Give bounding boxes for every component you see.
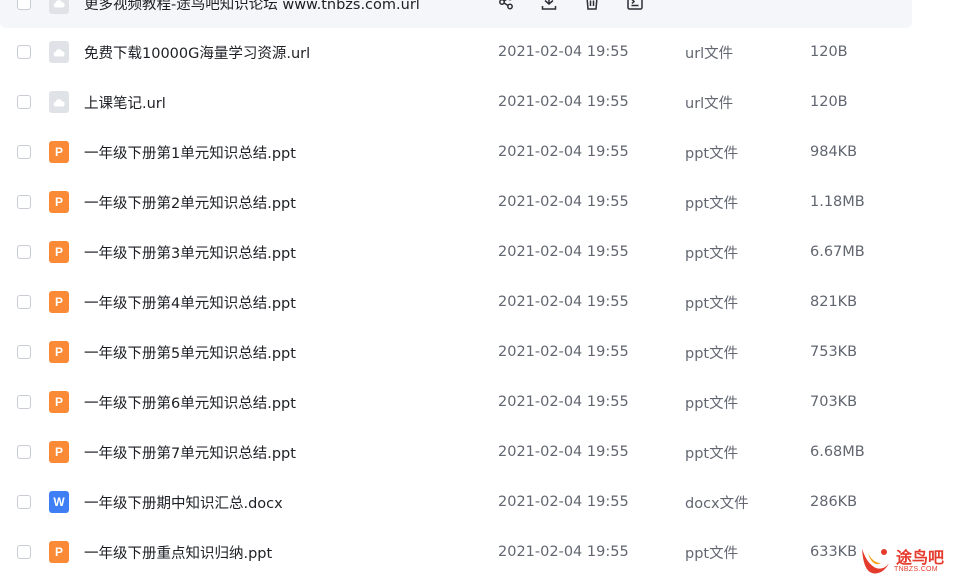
file-type: ppt文件 — [685, 295, 739, 312]
file-date: 2021-02-04 19:55 — [498, 294, 629, 310]
file-date: 2021-02-04 19:55 — [498, 44, 629, 60]
file-name[interactable]: 一年级下册第6单元知识总结.ppt — [84, 392, 296, 413]
row-checkbox[interactable] — [17, 45, 31, 59]
ppt-file-icon: P — [49, 191, 69, 213]
file-row[interactable]: 上课笔记.url 2021-02-04 19:55 url文件 120B — [0, 77, 912, 127]
file-type: ppt文件 — [685, 445, 739, 462]
file-name[interactable]: 一年级下册第3单元知识总结.ppt — [84, 242, 296, 263]
file-size: 120B — [810, 94, 848, 110]
file-type: ppt文件 — [685, 545, 739, 562]
file-row[interactable]: P 一年级下册第3单元知识总结.ppt 2021-02-04 19:55 ppt… — [0, 227, 912, 277]
file-name[interactable]: 免费下载10000G海量学习资源.url — [84, 42, 310, 63]
file-name[interactable]: 一年级下册重点知识归纳.ppt — [84, 542, 272, 563]
row-checkbox[interactable] — [17, 495, 31, 509]
share-icon[interactable] — [495, 0, 517, 13]
file-type: ppt文件 — [685, 195, 739, 212]
delete-icon[interactable] — [581, 0, 603, 13]
watermark-url: TNBZS.COM — [894, 566, 938, 573]
row-checkbox[interactable] — [17, 295, 31, 309]
row-checkbox[interactable] — [17, 95, 31, 109]
file-size: 6.67MB — [810, 244, 865, 260]
file-date: 2021-02-04 19:55 — [498, 444, 629, 460]
ppt-file-icon: P — [49, 241, 69, 263]
url-file-icon — [49, 91, 69, 113]
url-file-icon — [49, 0, 69, 14]
file-name[interactable]: 一年级下册第7单元知识总结.ppt — [84, 442, 296, 463]
file-size: 753KB — [810, 344, 858, 360]
file-date: 2021-02-04 19:55 — [498, 544, 629, 560]
file-row[interactable]: P 一年级下册第4单元知识总结.ppt 2021-02-04 19:55 ppt… — [0, 277, 912, 327]
file-row[interactable]: P 一年级下册第6单元知识总结.ppt 2021-02-04 19:55 ppt… — [0, 377, 912, 427]
file-name[interactable]: 上课笔记.url — [84, 92, 166, 113]
row-checkbox[interactable] — [17, 195, 31, 209]
row-checkbox[interactable] — [17, 545, 31, 559]
file-size: 6.68MB — [810, 444, 865, 460]
row-checkbox[interactable] — [17, 145, 31, 159]
download-icon[interactable] — [538, 0, 560, 13]
bird-logo-icon — [862, 549, 889, 574]
watermark-name: 途鸟吧 — [896, 548, 945, 567]
file-row[interactable]: P 一年级下册第2单元知识总结.ppt 2021-02-04 19:55 ppt… — [0, 177, 912, 227]
row-checkbox[interactable] — [17, 245, 31, 259]
file-name[interactable]: 更多视频教程-途鸟吧知识论坛 www.tnbzs.com.url — [84, 0, 420, 14]
row-checkbox[interactable] — [17, 395, 31, 409]
file-row[interactable]: W 一年级下册期中知识汇总.docx 2021-02-04 19:55 docx… — [0, 477, 912, 527]
row-actions — [495, 0, 667, 13]
file-type: url文件 — [685, 45, 734, 62]
file-row[interactable]: 更多视频教程-途鸟吧知识论坛 www.tnbzs.com.url — [0, 0, 912, 28]
ppt-file-icon: P — [49, 391, 69, 413]
row-checkbox[interactable] — [17, 345, 31, 359]
file-size: 821KB — [810, 294, 858, 310]
row-checkbox[interactable] — [17, 445, 31, 459]
ppt-file-icon: P — [49, 341, 69, 363]
file-type: ppt文件 — [685, 345, 739, 362]
row-checkbox[interactable] — [17, 0, 31, 10]
file-row[interactable]: P 一年级下册重点知识归纳.ppt 2021-02-04 19:55 ppt文件… — [0, 527, 912, 577]
file-type: ppt文件 — [685, 395, 739, 412]
file-size: 984KB — [810, 144, 858, 160]
file-date: 2021-02-04 19:55 — [498, 144, 629, 160]
file-size: 703KB — [810, 394, 858, 410]
word-file-icon: W — [49, 491, 69, 513]
file-type: docx文件 — [685, 495, 749, 512]
file-type: url文件 — [685, 95, 734, 112]
file-type: ppt文件 — [685, 145, 739, 162]
ppt-file-icon: P — [49, 141, 69, 163]
file-row[interactable]: P 一年级下册第5单元知识总结.ppt 2021-02-04 19:55 ppt… — [0, 327, 912, 377]
file-size: 1.18MB — [810, 194, 865, 210]
file-row[interactable]: 免费下载10000G海量学习资源.url 2021-02-04 19:55 ur… — [0, 27, 912, 77]
file-size: 286KB — [810, 494, 858, 510]
file-date: 2021-02-04 19:55 — [498, 394, 629, 410]
file-date: 2021-02-04 19:55 — [498, 494, 629, 510]
url-file-icon — [49, 41, 69, 63]
ppt-file-icon: P — [49, 291, 69, 313]
file-date: 2021-02-04 19:55 — [498, 244, 629, 260]
file-name[interactable]: 一年级下册期中知识汇总.docx — [84, 492, 283, 513]
file-name[interactable]: 一年级下册第4单元知识总结.ppt — [84, 292, 296, 313]
file-size: 633KB — [810, 544, 858, 560]
file-type: ppt文件 — [685, 245, 739, 262]
file-row[interactable]: P 一年级下册第1单元知识总结.ppt 2021-02-04 19:55 ppt… — [0, 127, 912, 177]
ppt-file-icon: P — [49, 541, 69, 563]
ppt-file-icon: P — [49, 441, 69, 463]
file-date: 2021-02-04 19:55 — [498, 94, 629, 110]
file-name[interactable]: 一年级下册第5单元知识总结.ppt — [84, 342, 296, 363]
file-date: 2021-02-04 19:55 — [498, 194, 629, 210]
file-name[interactable]: 一年级下册第1单元知识总结.ppt — [84, 142, 296, 163]
file-row[interactable]: P 一年级下册第7单元知识总结.ppt 2021-02-04 19:55 ppt… — [0, 427, 912, 477]
more-icon[interactable] — [624, 0, 646, 13]
watermark-logo: 途鸟吧 TNBZS.COM — [858, 541, 956, 579]
file-name[interactable]: 一年级下册第2单元知识总结.ppt — [84, 192, 296, 213]
file-size: 120B — [810, 44, 848, 60]
file-date: 2021-02-04 19:55 — [498, 344, 629, 360]
